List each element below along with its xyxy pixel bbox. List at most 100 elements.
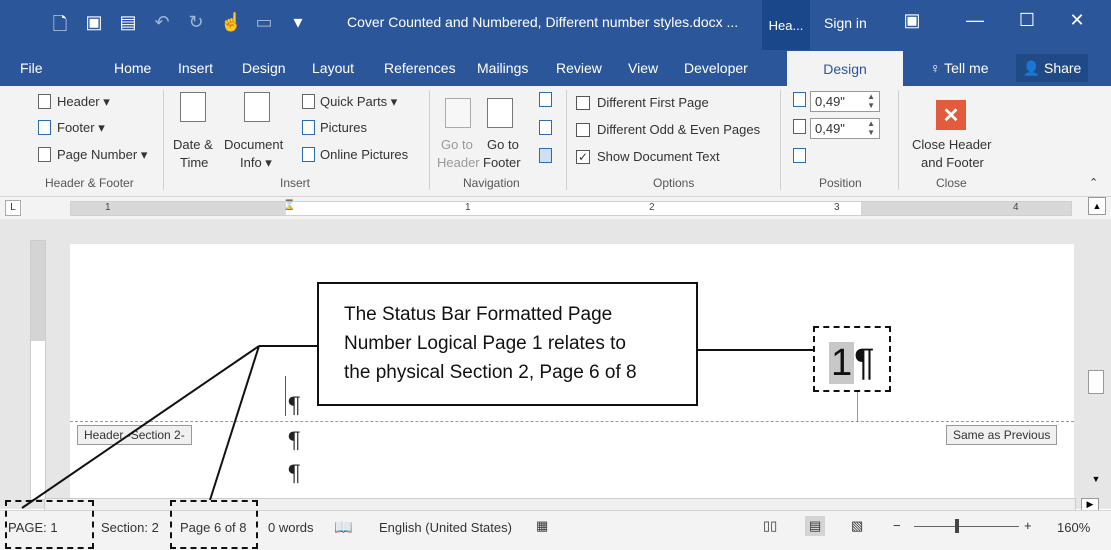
horizontal-ruler[interactable]: 1 1 2 3 4 ⌛ (70, 200, 1072, 216)
group-separator (566, 90, 567, 190)
zoom-in-button[interactable]: + (1024, 518, 1032, 533)
footer-from-bottom-spinner[interactable]: 0,49" ▲ ▼ (810, 118, 880, 139)
tell-me-label: Tell me (944, 60, 989, 76)
header-section-tag: Header -Section 2- (77, 425, 192, 445)
ruler-left-margin (71, 202, 286, 215)
ruler-right-margin (861, 202, 1071, 215)
lightbulb-icon: ♀ (930, 60, 941, 76)
vertical-ruler[interactable] (30, 240, 46, 500)
zoom-out-button[interactable]: − (893, 518, 901, 533)
close-icon[interactable]: ✕ (1062, 10, 1092, 31)
different-odd-even-label: Different Odd & Even Pages (597, 122, 761, 137)
go-to-footer-icon (487, 98, 513, 128)
callout-line: Number Logical Page 1 relates to (344, 333, 626, 354)
tab-insert[interactable]: Insert (178, 60, 213, 76)
group-separator (429, 90, 430, 190)
different-odd-even-checkbox[interactable] (576, 123, 590, 137)
pilcrow-mark: ¶ (287, 429, 301, 454)
header-from-top-spinner[interactable]: 0,49" ▲ ▼ (810, 91, 880, 112)
tab-file[interactable]: File (20, 60, 43, 76)
tab-home[interactable]: Home (114, 60, 151, 76)
show-document-text-checkbox[interactable]: ✓ (576, 150, 590, 164)
status-section[interactable]: Section: 2 (101, 520, 159, 535)
footer-icon (38, 120, 51, 135)
footer-position-icon (793, 119, 806, 134)
tab-developer[interactable]: Developer (684, 60, 748, 76)
touch-mode-icon[interactable]: ☝ (220, 12, 242, 42)
calendar-icon (180, 92, 206, 122)
indent-marker-icon[interactable]: ⌛ (283, 200, 295, 211)
previous-icon[interactable] (539, 92, 552, 107)
redo-icon[interactable]: ↻ (186, 12, 206, 42)
print-layout-icon[interactable]: ▤ (805, 516, 826, 536)
document-info-icon (244, 92, 270, 122)
status-word-count[interactable]: 0 words (268, 520, 314, 535)
minimize-icon[interactable]: — (960, 10, 990, 31)
tab-review[interactable]: Review (556, 60, 602, 76)
new-doc-icon[interactable]: 🗋 (50, 12, 70, 42)
page-number-button[interactable]: Page Number ▾ (57, 147, 147, 163)
insert-alignment-tab-icon[interactable] (793, 148, 806, 163)
tab-design[interactable]: Design (242, 60, 286, 76)
collapse-ribbon-icon[interactable]: ⌃ (1089, 176, 1098, 189)
page-number-field[interactable]: 1 (829, 342, 855, 384)
group-separator (163, 90, 164, 190)
sign-in-link[interactable]: Sign in (824, 15, 867, 31)
vertical-scrollbar-thumb[interactable] (1088, 370, 1104, 394)
date-time-button[interactable]: Date & (173, 137, 213, 152)
tab-mailings[interactable]: Mailings (477, 60, 528, 76)
zoom-level[interactable]: 160% (1057, 520, 1090, 535)
share-button[interactable]: 👤 Share (1016, 54, 1088, 82)
go-to-header-button[interactable]: Go to (441, 137, 473, 152)
status-language[interactable]: English (United States) (379, 520, 512, 535)
context-tab-header-footer[interactable]: Hea... (762, 0, 810, 50)
save-as-icon[interactable]: ▤ (118, 12, 138, 42)
scroll-down-icon[interactable]: ▼ (1088, 474, 1104, 484)
footer-button[interactable]: Footer ▾ (57, 120, 105, 136)
read-mode-icon[interactable]: ▯▯ (763, 518, 777, 534)
tab-selector[interactable]: L (5, 200, 21, 216)
online-pictures-icon (302, 147, 315, 162)
save-icon[interactable]: ▣ (84, 12, 104, 42)
zoom-slider-thumb[interactable] (955, 519, 959, 533)
pictures-button[interactable]: Pictures (320, 120, 367, 135)
tab-view[interactable]: View (628, 60, 658, 76)
undo-icon[interactable]: ↶ (152, 12, 172, 42)
tell-me-search[interactable]: ♀ Tell me (930, 60, 989, 76)
ruler-number: 1 (465, 202, 471, 213)
zoom-slider-track[interactable] (914, 526, 1019, 527)
ribbon-display-options-icon[interactable]: ▣ (897, 10, 927, 31)
document-title: Cover Counted and Numbered, Different nu… (347, 14, 739, 30)
tab-header-footer-design[interactable]: Design (787, 51, 903, 86)
quick-parts-button[interactable]: Quick Parts ▾ (320, 94, 397, 110)
macro-recording-icon[interactable]: ▦ (536, 518, 548, 534)
page-status-highlight-box (5, 500, 94, 549)
document-info-button[interactable]: Document (224, 137, 283, 152)
pilcrow-mark: ¶ (287, 394, 301, 419)
same-as-previous-tag: Same as Previous (946, 425, 1058, 445)
group-separator (780, 90, 781, 190)
customize-icon[interactable]: ▾ (288, 12, 308, 42)
header-button[interactable]: Header ▾ (57, 94, 110, 110)
header-position-icon (793, 92, 806, 107)
link-to-previous-icon[interactable] (539, 148, 552, 163)
ruler-number: 1 (105, 202, 111, 213)
close-header-footer-button[interactable]: Close Header (912, 137, 992, 152)
online-pictures-button[interactable]: Online Pictures (320, 147, 408, 162)
maximize-icon[interactable]: ☐ (1012, 10, 1042, 31)
callout-line: the physical Section 2, Page 6 of 8 (344, 362, 637, 383)
title-bar: 🗋 ▣ ▤ ↶ ↻ ☝ ▭ ▾ Cover Counted and Number… (0, 0, 1111, 50)
scroll-up-icon[interactable]: ▲ (1088, 197, 1106, 215)
group-label-options: Options (653, 176, 695, 190)
web-layout-icon[interactable]: ▧ (851, 518, 863, 534)
tab-layout[interactable]: Layout (312, 60, 354, 76)
different-first-page-checkbox[interactable] (576, 96, 590, 110)
page-of-status-highlight-box (170, 500, 258, 549)
go-to-footer-button[interactable]: Go to (487, 137, 519, 152)
format-icon[interactable]: ▭ (254, 12, 274, 42)
next-icon[interactable] (539, 120, 552, 135)
close-header-footer-icon[interactable]: ✕ (936, 100, 966, 130)
proofing-icon[interactable]: 📖 (334, 518, 353, 536)
tab-references[interactable]: References (384, 60, 456, 76)
header-page-number[interactable]: 1¶ (829, 342, 875, 385)
